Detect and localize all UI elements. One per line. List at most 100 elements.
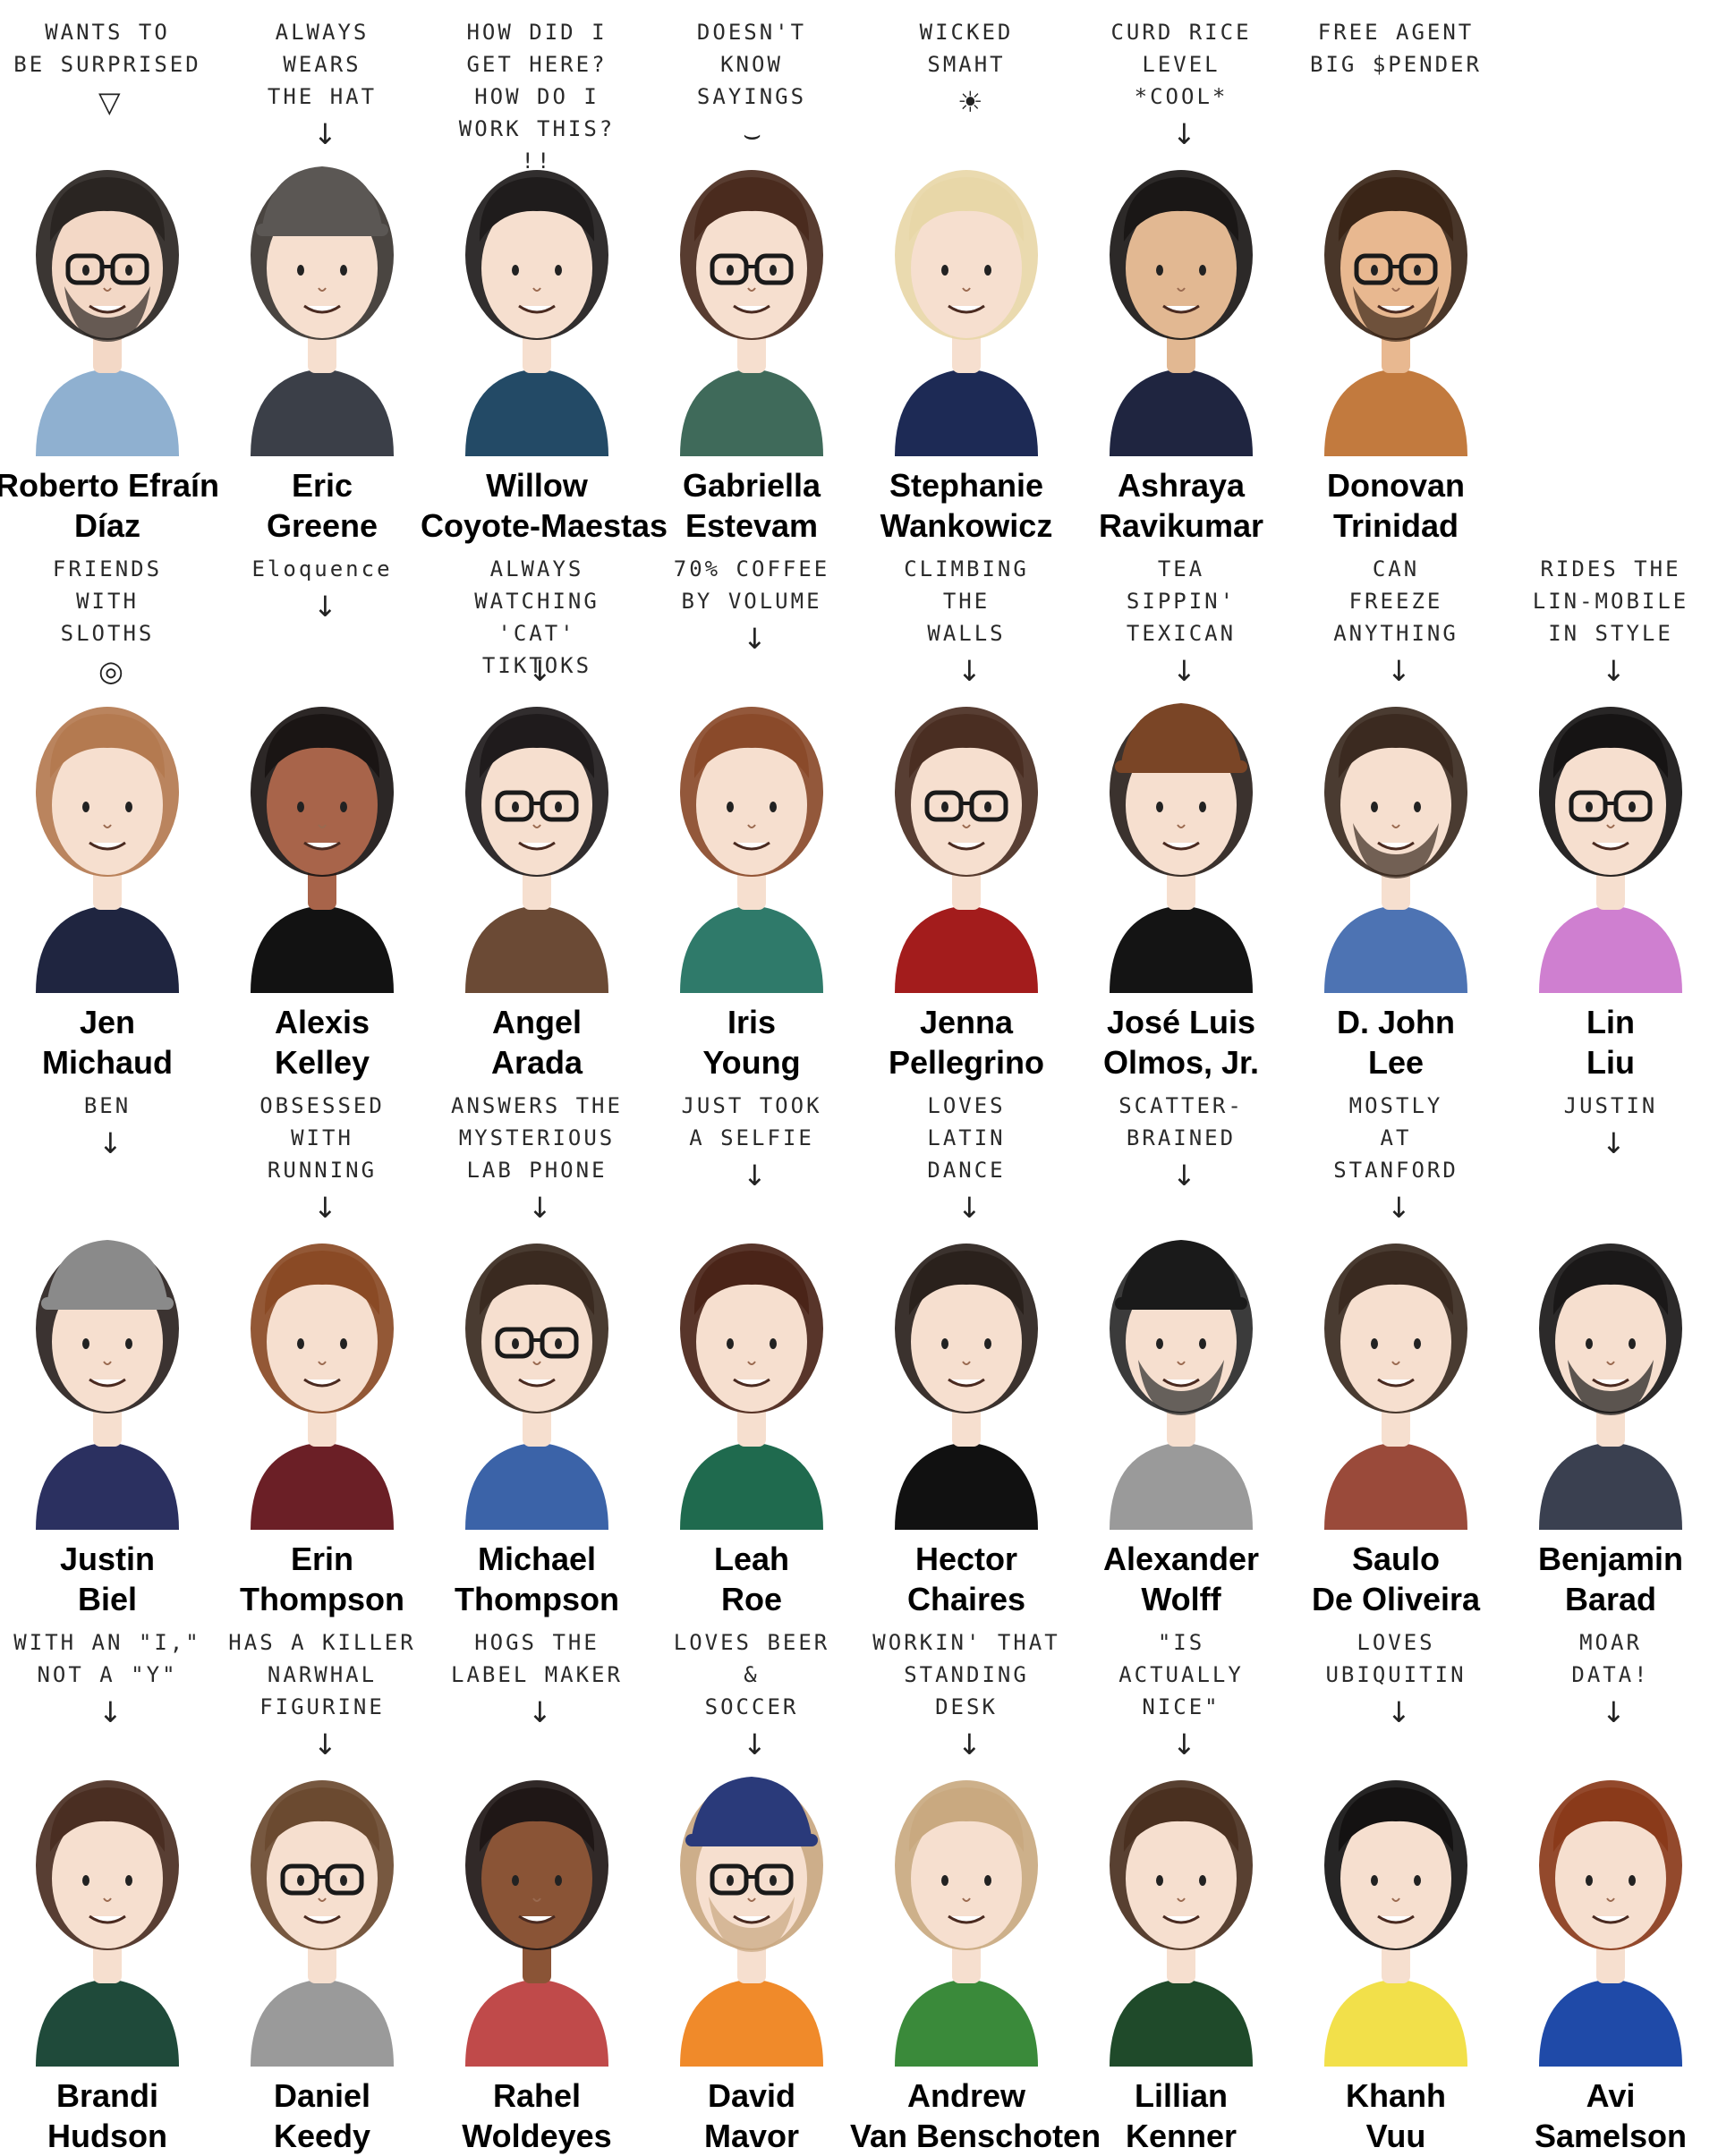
last-name: Van Benschoten [850,2118,1101,2154]
person-name: Alexander Wolff [1065,1539,1297,1619]
portrait [1324,707,1467,993]
hat [47,1240,168,1306]
person-name: Willow Coyote-Maestas [421,465,668,546]
person-card: WITH AN "I," NOT A "Y" ↓ Brandi Hudson [0,1610,215,2154]
shirt [680,1442,823,1530]
first-name: Hector [914,1541,1018,1577]
shirt [895,1979,1038,2067]
portrait [680,707,823,993]
left-eye [1586,1338,1593,1349]
caption-note: MOAR DATA! [1571,1630,1650,1687]
person-name: Alexis Kelley [206,1002,438,1082]
hat-brim [41,1297,174,1310]
person-name: Hector Chaires [850,1539,1083,1619]
right-eye [1629,802,1636,812]
person-card: WORKIN' THAT STANDING DESK ↓ Andrew Van Ben… [850,1610,1101,2154]
shirt [36,369,179,456]
last-name: Mavor [703,2118,800,2154]
portrait [1539,1780,1682,2067]
right-eye [1414,265,1421,276]
first-name: Eric [291,467,353,504]
person-name: Brandi Hudson [0,2075,224,2156]
arrow-icon: ↓ [313,590,337,624]
person-card: 70% COFFEE BY VOLUME ↓ Iris Young [644,537,859,1081]
shirt [1110,1979,1253,2067]
left-eye [297,1338,304,1349]
portrait [895,707,1038,993]
caption-note: CAN FREEZE ANYTHING [1333,556,1459,646]
team-portrait-grid: WANTS TO BE SURPRISED ▽ Roberto Efraín Díaz… [0,0,1718,2154]
right-eye [125,1875,132,1886]
caption-note: LOVES LATIN DANCE [927,1093,1006,1183]
caption-note: TEA SIPPIN' TEXICAN [1126,556,1237,646]
caption-note: ALWAYS WEARS THE HAT [267,20,378,109]
caption-note: WANTS TO BE SURPRISED [13,20,201,77]
shirt [251,1979,394,2067]
left-eye [727,802,734,812]
person-name: Daniel Keedy [206,2075,438,2156]
shirt [465,1979,608,2067]
caption-note: RIDES THE LIN-MOBILE IN STYLE [1532,556,1689,646]
left-eye [1371,802,1378,812]
caption-note: LOVES UBIQUITIN [1325,1630,1467,1687]
hat-brim [1115,1297,1247,1310]
hat-brim [685,1834,818,1846]
person-name: Khanh Vuu [1280,2075,1512,2156]
left-eye [82,265,89,276]
person-name: Iris Young [635,1002,868,1082]
portrait [36,1780,179,2067]
person-card: ALWAYS WEARS THE HAT ↓ Eric Greene [215,0,430,544]
right-eye [1629,1875,1636,1886]
shirt [1539,1442,1682,1530]
person-card: RIDES THE LIN-MOBILE IN STYLE ↓ Lin Liu [1503,537,1718,1081]
shirt [1110,369,1253,456]
first-name: Iris [727,1004,777,1040]
shirt [465,1442,608,1530]
left-eye [297,265,304,276]
person-name: Donovan Trinidad [1280,465,1512,546]
caption-note: SCATTER- BRAINED [1118,1093,1244,1150]
person-name: Rahel Woldeyes [421,2075,653,2156]
hat-brim [256,224,388,236]
first-name: Jen [79,1004,136,1040]
person-name: Michael Thompson [421,1539,653,1619]
shirt [251,369,394,456]
caption-note: 70% COFFEE BY VOLUME [673,556,830,614]
left-eye [512,1875,519,1886]
first-name: Saulo [1351,1541,1440,1577]
left-eye [727,265,734,276]
person-name: Lin Liu [1494,1002,1718,1082]
portrait [895,1244,1038,1530]
first-name: Lillian [1134,2077,1228,2114]
person-card: LOVES UBIQUITIN ↓ Khanh Vuu [1288,1610,1503,2154]
caption-note: CURD RICE LEVEL *COOL* [1110,20,1252,109]
person-name: Angel Arada [421,1002,653,1082]
shirt [36,1442,179,1530]
shirt [251,1442,394,1530]
first-name: Leah [713,1541,790,1577]
shirt [1324,1979,1467,2067]
caption-note: DOESN'T KNOW SAYINGS [696,20,807,109]
right-eye [1629,1338,1636,1349]
first-name: Alexander [1102,1541,1260,1577]
hat [1120,1240,1242,1306]
person-card: CAN FREEZE ANYTHING ↓ D. John Lee [1288,537,1503,1081]
caption-note: FREE AGENT BIG $PENDER [1310,20,1482,77]
person-card: "IS ACTUALLY NICE" ↓ Lillian Kenner [1074,1610,1288,2154]
person-name: D. John Lee [1280,1002,1512,1082]
first-name: Gabriella [682,467,821,504]
first-name: Avi [1586,2077,1636,2114]
first-name: Jenna [919,1004,1014,1040]
right-eye [340,802,347,812]
first-name: Daniel [273,2077,371,2114]
right-eye [984,1875,991,1886]
person-card: ANSWERS THE MYSTERIOUS LAB PHONE ↓ Michael… [430,1074,644,1617]
caption-note: JUSTIN [1563,1093,1658,1118]
portrait [1539,1244,1682,1530]
first-name: Roberto Efraín [0,467,219,504]
first-name: D. John [1337,1004,1455,1040]
person-card: DOESN'T KNOW SAYINGS ⌣ Gabriella Estevam [644,0,859,544]
portrait [1324,1780,1467,2067]
person-card: CURD RICE LEVEL *COOL* ↓ Ashraya Ravikumar [1074,0,1288,544]
caption-note: OBSESSED WITH RUNNING [259,1093,385,1183]
